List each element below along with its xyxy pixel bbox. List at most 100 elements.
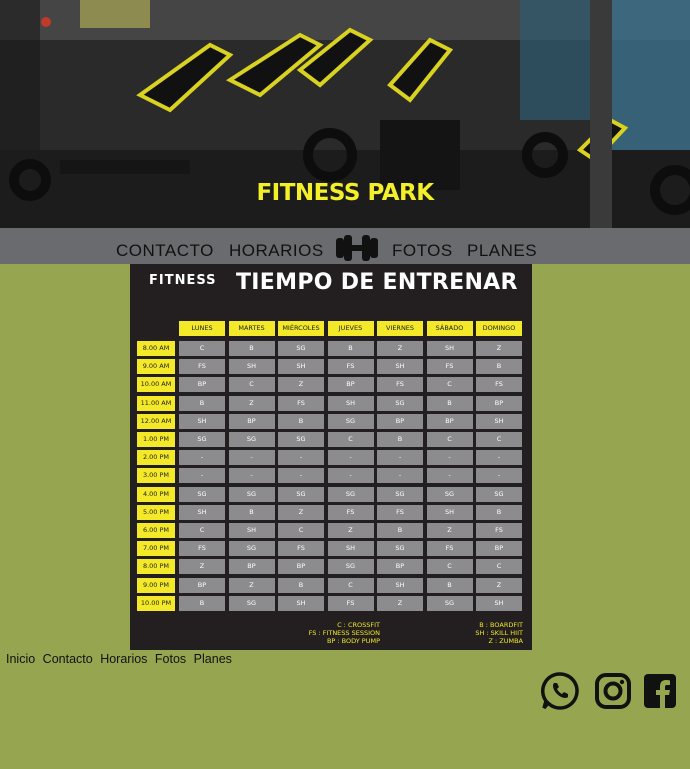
time-slot: 3.00 PM <box>137 468 175 484</box>
class-cell: BP <box>377 413 423 429</box>
class-cell: Z <box>377 595 423 611</box>
class-cell: SH <box>476 595 522 611</box>
class-cell: SG <box>426 486 473 502</box>
footer-link-inicio[interactable]: Inicio <box>6 652 35 666</box>
class-cell: SG <box>327 559 374 575</box>
hero-banner: FITNESS PARK <box>0 0 690 228</box>
legend-left: C : CROSSFIT FS : FITNESS SESSION BP : B… <box>290 621 380 645</box>
class-cell: Z <box>278 377 324 393</box>
class-cell: SG <box>228 541 275 557</box>
class-cell: - <box>228 468 275 484</box>
class-cell: SH <box>327 395 374 411</box>
time-slot: 2.00 PM <box>137 450 175 466</box>
class-cell: BP <box>278 559 324 575</box>
class-cell: SH <box>476 413 522 429</box>
class-cell: BP <box>179 577 225 593</box>
class-cell: SG <box>327 413 374 429</box>
class-cell: BP <box>179 377 225 393</box>
class-cell: C <box>179 341 225 356</box>
class-cell: C <box>327 432 374 447</box>
time-slot: 1.00 PM <box>137 432 175 447</box>
time-slot: 11.00 AM <box>137 395 175 411</box>
class-cell: SG <box>377 395 423 411</box>
class-cell: BP <box>476 541 522 557</box>
class-cell: Z <box>228 395 275 411</box>
class-cell: SH <box>377 577 423 593</box>
nav-horarios[interactable]: HORARIOS <box>229 241 324 261</box>
class-cell: Z <box>476 341 522 356</box>
class-cell: SG <box>278 341 324 356</box>
day-header: JUEVES <box>327 321 374 336</box>
class-cell: B <box>426 577 473 593</box>
facebook-icon[interactable] <box>643 672 677 710</box>
class-cell: FS <box>278 395 324 411</box>
class-cell: BP <box>228 413 275 429</box>
class-cell: C <box>327 577 374 593</box>
class-cell: - <box>426 450 473 466</box>
class-cell: SG <box>426 595 473 611</box>
class-cell: B <box>426 395 473 411</box>
nav-fotos[interactable]: FOTOS <box>392 241 453 261</box>
footer-link-horarios[interactable]: Horarios <box>100 652 147 666</box>
instagram-icon[interactable] <box>594 672 632 710</box>
class-cell: SG <box>377 541 423 557</box>
class-cell: SG <box>228 432 275 447</box>
class-cell: - <box>327 450 374 466</box>
class-cell: FS <box>426 541 473 557</box>
class-cell: - <box>476 450 522 466</box>
footer-link-contacto[interactable]: Contacto <box>43 652 93 666</box>
day-header: MIÉRCOLES <box>278 321 324 336</box>
class-cell: Z <box>377 341 423 356</box>
day-header: DOMINGO <box>476 321 522 336</box>
class-cell: - <box>327 468 374 484</box>
class-cell: - <box>426 468 473 484</box>
class-cell: B <box>179 595 225 611</box>
time-slot: 6.00 PM <box>137 523 175 538</box>
whatsapp-icon[interactable] <box>541 672 579 710</box>
class-cell: SH <box>278 595 324 611</box>
day-header: VIERNES <box>377 321 423 336</box>
class-cell: BP <box>426 413 473 429</box>
class-cell: B <box>228 504 275 520</box>
class-cell: FS <box>179 359 225 375</box>
schedule-board: FITNESS TIEMPO DE ENTRENAR LUNES MARTES MI… <box>130 264 532 650</box>
class-cell: SG <box>179 486 225 502</box>
class-cell: B <box>179 395 225 411</box>
footer-link-fotos[interactable]: Fotos <box>155 652 186 666</box>
class-cell: - <box>377 450 423 466</box>
time-slot: 9.00 AM <box>137 359 175 375</box>
class-cell: C <box>426 432 473 447</box>
time-slot: 7.00 PM <box>137 541 175 557</box>
class-cell: - <box>278 450 324 466</box>
class-cell: BP <box>327 377 374 393</box>
nav-planes[interactable]: PLANES <box>467 241 537 261</box>
class-cell: SH <box>179 413 225 429</box>
legend-item: B : BOARDFIT <box>479 621 523 629</box>
class-cell: FS <box>377 504 423 520</box>
class-cell: - <box>476 468 522 484</box>
class-cell: B <box>228 341 275 356</box>
class-cell: SG <box>278 432 324 447</box>
day-header: SÁBADO <box>426 321 473 336</box>
class-cell: BP <box>228 559 275 575</box>
class-cell: FS <box>179 541 225 557</box>
day-header: LUNES <box>179 321 225 336</box>
class-cell: SG <box>179 432 225 447</box>
class-cell: BP <box>476 395 522 411</box>
class-cell: Z <box>327 523 374 538</box>
class-cell: FS <box>377 377 423 393</box>
dumbbell-logo-icon[interactable] <box>334 234 380 262</box>
class-cell: SG <box>327 486 374 502</box>
legend-item: C : CROSSFIT <box>337 621 380 629</box>
day-header: MARTES <box>228 321 275 336</box>
footer-link-planes[interactable]: Planes <box>194 652 232 666</box>
legend-right: B : BOARDFIT SH : SKILL HIIT Z : ZUMBA <box>440 621 523 645</box>
class-cell: Z <box>476 577 522 593</box>
nav-contacto[interactable]: CONTACTO <box>116 241 214 261</box>
class-cell: C <box>426 559 473 575</box>
class-cell: FS <box>327 359 374 375</box>
class-cell: C <box>179 523 225 538</box>
time-slot: 8.00 PM <box>137 559 175 575</box>
class-cell: FS <box>426 359 473 375</box>
class-cell: - <box>377 468 423 484</box>
